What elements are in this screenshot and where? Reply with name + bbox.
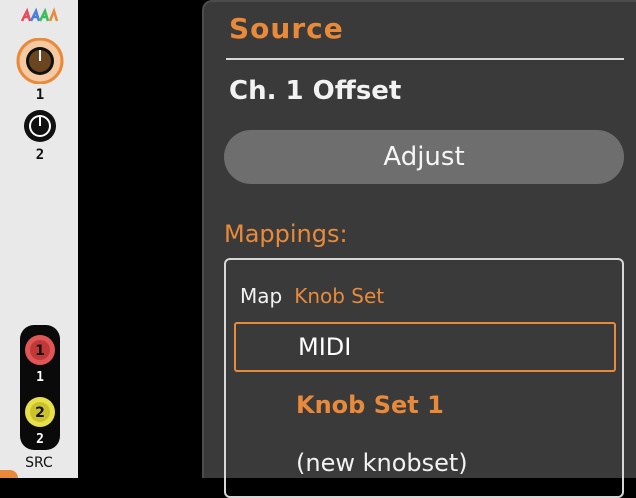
map-option-knob-set-1[interactable]: Knob Set 1 xyxy=(234,382,616,432)
knob-1[interactable]: 1 xyxy=(10,37,70,103)
knob-1-label: 1 xyxy=(35,87,45,103)
jack-2[interactable]: 2 2 xyxy=(20,395,60,446)
knob-2-label: 2 xyxy=(35,147,45,163)
app-logo-icon xyxy=(20,7,59,22)
source-panel: Source Ch. 1 Offset Adjust Mappings: Map… xyxy=(202,0,636,498)
src-label: SRC xyxy=(25,455,53,471)
map-header-key: Map xyxy=(240,284,283,308)
knob-2-icon[interactable] xyxy=(20,108,60,144)
mappings-label: Mappings: xyxy=(224,220,348,248)
parameter-name: Ch. 1 Offset xyxy=(229,76,402,106)
strip-edge-accent xyxy=(0,470,18,478)
jack-1-number: 1 xyxy=(35,343,45,359)
knob-2[interactable]: 2 xyxy=(10,108,70,162)
map-header-value: Knob Set xyxy=(294,284,385,308)
adjust-button[interactable]: Adjust xyxy=(224,130,624,184)
mappings-list: Map Knob Set MIDI Knob Set 1 (new knobset… xyxy=(224,258,624,498)
panel-title: Source xyxy=(229,12,344,45)
jack-1-label: 1 xyxy=(36,370,44,385)
jack-panel: 1 1 2 2 xyxy=(20,325,60,450)
title-divider xyxy=(226,58,624,60)
jack-1-icon[interactable]: 1 xyxy=(23,333,57,367)
jack-2-icon[interactable]: 2 xyxy=(23,395,57,429)
map-header: Map Knob Set xyxy=(240,284,384,308)
jack-2-number: 2 xyxy=(35,405,45,421)
jack-1[interactable]: 1 1 xyxy=(20,333,60,384)
map-option-midi[interactable]: MIDI xyxy=(234,322,616,372)
map-option-new-knobset[interactable]: (new knobset) xyxy=(234,440,616,490)
module-strip: 1 2 1 1 2 2 SRC xyxy=(0,0,78,478)
knob-1-icon[interactable] xyxy=(14,37,66,85)
jack-2-label: 2 xyxy=(36,432,44,447)
